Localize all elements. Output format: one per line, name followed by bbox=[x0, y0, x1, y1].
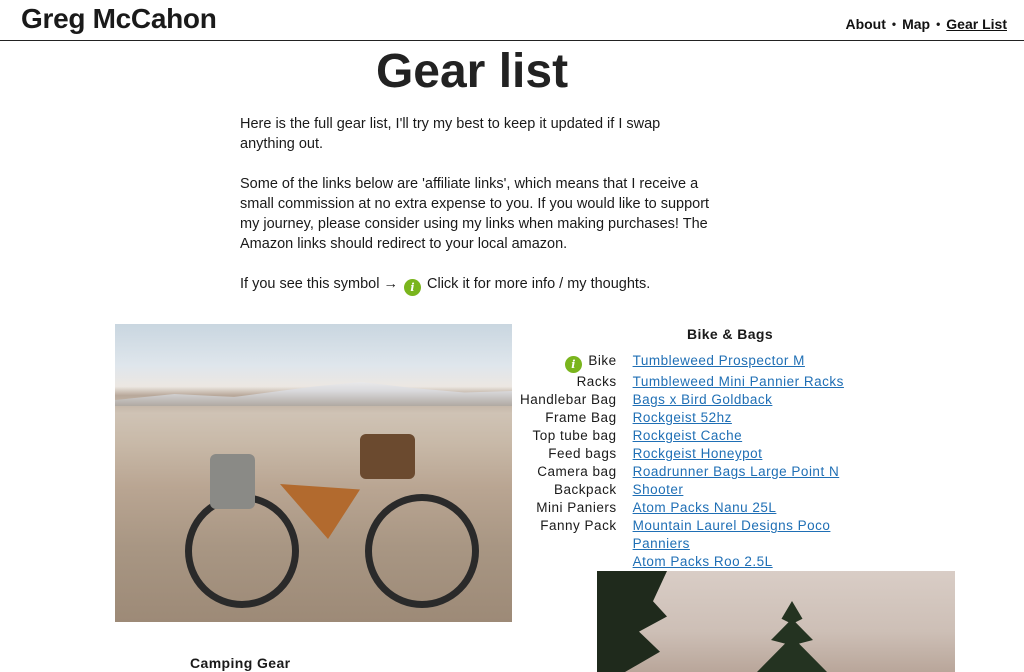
nav-gear-list[interactable]: Gear List bbox=[946, 16, 1007, 32]
gear-link[interactable]: Panniers bbox=[633, 536, 690, 551]
gear-label: Backpack bbox=[554, 482, 617, 497]
info-circle-icon: i bbox=[403, 279, 421, 296]
gear-link[interactable]: Rockgeist Cache bbox=[633, 428, 743, 443]
gear-row: Mini Paniers Atom Packs Nanu 25L bbox=[520, 499, 844, 517]
trees-photo bbox=[597, 571, 955, 672]
nav-separator: • bbox=[891, 17, 897, 31]
gear-link[interactable]: Roadrunner Bags Large Point N bbox=[633, 464, 840, 479]
gear-row: Backpack Shooter bbox=[520, 481, 844, 499]
gear-link[interactable]: Bags x Bird Goldback bbox=[633, 392, 773, 407]
gear-row: i Bike Tumbleweed Prospector M bbox=[520, 352, 844, 373]
gear-label: i Bike bbox=[520, 352, 633, 373]
handlebar-bag bbox=[360, 434, 415, 479]
intro-paragraph: Here is the full gear list, I'll try my … bbox=[240, 116, 661, 152]
gear-link[interactable]: Tumbleweed Prospector M bbox=[633, 353, 805, 368]
gear-label: Camera bag bbox=[537, 464, 617, 479]
site-header: Greg McCahon About • Map • Gear List bbox=[0, 0, 1024, 41]
intro-paragraph: Some of the links below are 'affiliate l… bbox=[240, 176, 710, 252]
gear-label: Handlebar Bag bbox=[520, 392, 617, 407]
gear-label: Racks bbox=[576, 374, 617, 389]
gear-row: Feed bags Rockgeist Honeypot bbox=[520, 445, 844, 463]
rear-pannier bbox=[210, 454, 255, 509]
gear-row: Panniers bbox=[520, 535, 844, 553]
site-title[interactable]: Greg McCahon bbox=[21, 3, 217, 35]
pine-tree bbox=[597, 571, 667, 672]
gear-row: Top tube bag Rockgeist Cache bbox=[520, 427, 844, 445]
info-circle-icon[interactable]: i bbox=[565, 356, 583, 373]
gear-row: Atom Packs Roo 2.5L bbox=[520, 553, 844, 571]
intro-paragraph: If you see this symbol → i Click it for … bbox=[240, 274, 715, 296]
gear-row: Handlebar Bag Bags x Bird Goldback bbox=[520, 391, 844, 409]
gear-link[interactable]: Rockgeist 52hz bbox=[633, 410, 732, 425]
gear-row: Fanny Pack Mountain Laurel Designs Poco bbox=[520, 517, 844, 535]
gear-label: Top tube bag bbox=[532, 428, 617, 443]
gear-link[interactable]: Shooter bbox=[633, 482, 684, 497]
symbol-prefix: If you see this symbol → bbox=[240, 276, 398, 292]
gear-label: Feed bags bbox=[548, 446, 617, 461]
gear-label-text: Bike bbox=[588, 353, 617, 368]
pine-tree bbox=[757, 601, 827, 672]
nav-about[interactable]: About bbox=[845, 16, 885, 32]
gear-label bbox=[520, 535, 633, 553]
gear-row: Racks Tumbleweed Mini Pannier Racks bbox=[520, 373, 844, 391]
page-title: Gear list bbox=[375, 45, 569, 98]
bike-photo bbox=[115, 324, 512, 622]
gear-row: Camera bag Roadrunner Bags Large Point N bbox=[520, 463, 844, 481]
gear-label: Fanny Pack bbox=[540, 518, 617, 533]
nav-separator: • bbox=[936, 17, 941, 31]
rear-wheel bbox=[185, 494, 299, 608]
gear-link[interactable]: Tumbleweed Mini Pannier Racks bbox=[633, 374, 844, 389]
gear-link[interactable]: Atom Packs Roo 2.5L bbox=[633, 554, 773, 569]
gear-table: i Bike Tumbleweed Prospector M Racks Tum… bbox=[520, 352, 844, 571]
gear-label: Frame Bag bbox=[545, 410, 617, 425]
symbol-suffix: Click it for more info / my thoughts. bbox=[427, 276, 651, 292]
front-wheel bbox=[365, 494, 479, 608]
gear-label: Mini Paniers bbox=[536, 500, 617, 515]
main-nav: About • Map • Gear List bbox=[845, 16, 1007, 32]
gear-link[interactable]: Atom Packs Nanu 25L bbox=[633, 500, 777, 515]
nav-map[interactable]: Map bbox=[902, 16, 930, 32]
gear-row: Frame Bag Rockgeist 52hz bbox=[520, 409, 844, 427]
gear-link[interactable]: Mountain Laurel Designs Poco bbox=[633, 518, 831, 533]
section-heading: Bike & Bags bbox=[686, 326, 774, 342]
bike-bags-section: Bike & Bags i Bike Tumbleweed Prospector… bbox=[520, 324, 880, 571]
section-heading: Camping Gear bbox=[190, 655, 291, 671]
gear-link[interactable]: Rockgeist Honeypot bbox=[633, 446, 763, 461]
intro-text: Here is the full gear list, I'll try my … bbox=[240, 114, 715, 316]
gear-label bbox=[520, 553, 633, 571]
mountain-range bbox=[115, 382, 512, 406]
